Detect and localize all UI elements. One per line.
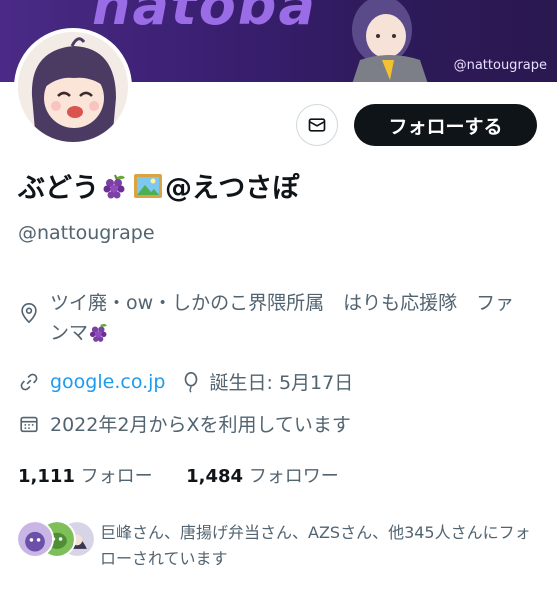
meta-row-website: google.co.jp 誕生日: 5月17日 xyxy=(18,368,353,395)
website-link[interactable]: google.co.jp xyxy=(50,371,166,393)
joined-date: 2022年2月からXを利用しています xyxy=(50,414,351,436)
followers-label: フォロワー xyxy=(248,466,339,487)
avatar xyxy=(16,520,54,558)
display-name-suffix: @えつさぽ xyxy=(165,173,300,204)
location-pin-icon xyxy=(21,303,37,324)
followed-by-text: 巨峰さん、唐揚げ弁当さん、AZSさん、他345人さんにフォローされています xyxy=(100,523,531,568)
followers-stat[interactable]: 1,484 フォロワー xyxy=(186,466,339,487)
followed-by[interactable]: 巨峰さん、唐揚げ弁当さん、AZSさん、他345人さんにフォローされています xyxy=(16,520,540,572)
message-button[interactable] xyxy=(296,104,338,146)
display-name: ぶどう @えつさぽ xyxy=(18,166,299,205)
followers-count: 1,484 xyxy=(186,466,244,487)
link-icon xyxy=(20,373,38,390)
framed-picture-icon xyxy=(134,173,162,198)
profile-avatar[interactable] xyxy=(14,28,132,146)
follow-stats: 1,111 フォロー 1,484 フォロワー xyxy=(18,462,339,488)
follow-button[interactable]: フォローする xyxy=(354,104,537,146)
following-stat[interactable]: 1,111 フォロー xyxy=(18,466,153,487)
balloon-icon xyxy=(184,371,197,393)
followed-by-avatars xyxy=(16,520,96,560)
birthday-text: 誕生日: 5月17日 xyxy=(209,372,354,394)
grapes-icon xyxy=(89,323,107,342)
grapes-icon xyxy=(103,174,125,198)
bio-text: ツイ廃・ow・しかのこ界隈所属 はりも応援隊 ファンマ xyxy=(50,288,520,348)
following-label: フォロー xyxy=(80,466,153,487)
banner-title: natoba xyxy=(92,0,317,37)
bio-text-content: ツイ廃・ow・しかのこ界隈所属 はりも応援隊 ファンマ xyxy=(50,292,515,344)
meta-row-joined: 2022年2月からXを利用しています xyxy=(18,410,351,437)
banner-watermark: @nattougrape xyxy=(453,58,547,73)
envelope-icon xyxy=(308,118,326,132)
banner-character-illustration xyxy=(352,0,428,82)
bio-row: ツイ廃・ow・しかのこ界隈所属 はりも応援隊 ファンマ xyxy=(18,288,520,348)
following-count: 1,111 xyxy=(18,466,75,487)
calendar-icon xyxy=(20,416,38,432)
user-handle: @nattougrape xyxy=(18,222,155,244)
avatar-image xyxy=(18,32,128,142)
display-name-prefix: ぶどう xyxy=(18,173,99,204)
